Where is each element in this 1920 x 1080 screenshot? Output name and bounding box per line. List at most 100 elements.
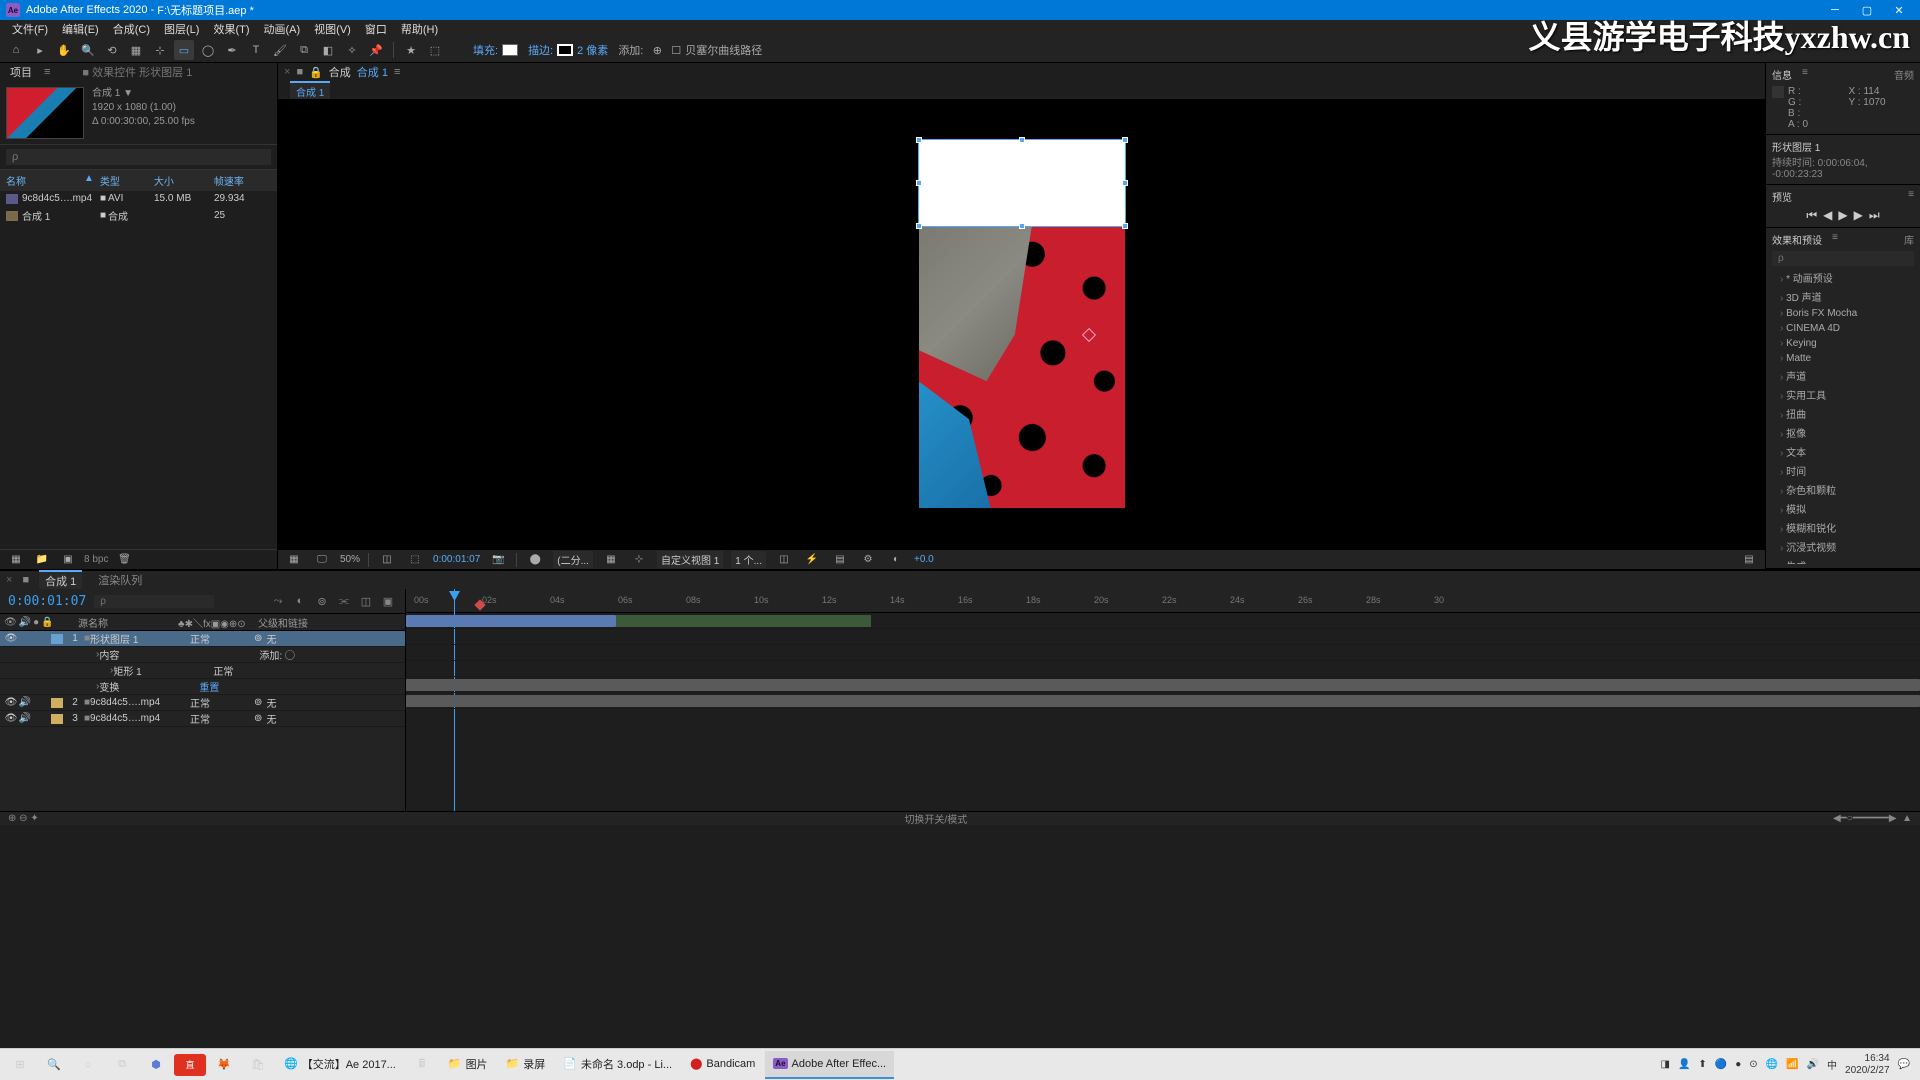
ellipse-tool-icon[interactable]: ◯	[198, 40, 218, 60]
tray-icon[interactable]: 👤	[1678, 1059, 1690, 1070]
timeline-icon[interactable]: ▤	[830, 550, 850, 570]
layer-parent[interactable]: 无	[266, 711, 306, 726]
tab-timeline-comp[interactable]: 合成 1	[39, 570, 82, 590]
col-source-name[interactable]: 源名称	[78, 615, 178, 630]
clip-video-layer[interactable]	[406, 679, 1920, 691]
clip-shape-layer[interactable]	[406, 615, 616, 627]
visibility-toggle[interactable]: 👁	[4, 713, 18, 724]
effect-category[interactable]: 生成	[1772, 556, 1914, 564]
roi-icon[interactable]: ⬚	[405, 550, 425, 570]
zoom-tool-icon[interactable]: 🔍	[78, 40, 98, 60]
trash-icon[interactable]: 🗑	[114, 550, 134, 570]
draft-3d-icon[interactable]: ◫	[357, 592, 375, 610]
pen-tool-icon[interactable]: ✒	[222, 40, 242, 60]
menu-composition[interactable]: 合成(C)	[107, 19, 156, 39]
panel-grip-icon[interactable]: ×	[6, 574, 12, 586]
layer-mode[interactable]: 正常	[190, 711, 250, 726]
taskbar-app-icon[interactable]: 直	[174, 1054, 206, 1076]
task-view-icon[interactable]: ⧉	[106, 1051, 138, 1079]
timeline-layer-row[interactable]: › 变换重置	[0, 679, 405, 695]
layer-color-swatch[interactable]	[51, 714, 63, 724]
effect-category[interactable]: 扭曲	[1772, 404, 1914, 423]
interpret-footage-icon[interactable]: ▦	[6, 550, 26, 570]
menu-view[interactable]: 视图(V)	[308, 19, 357, 39]
tray-icon[interactable]: 🔵	[1715, 1059, 1727, 1070]
next-frame-icon[interactable]: ▶	[1854, 208, 1863, 223]
monitor-icon[interactable]: 🖵	[312, 550, 332, 570]
guides-icon[interactable]: ⊹	[629, 550, 649, 570]
project-row[interactable]: 合成 1 ■ 合成 25	[0, 206, 277, 225]
tab-project[interactable]: 项目	[6, 62, 36, 82]
tray-icon[interactable]: 🌐	[1766, 1059, 1778, 1070]
effect-category[interactable]: 模糊和锐化	[1772, 518, 1914, 537]
visibility-toggle[interactable]: 👁	[4, 697, 18, 708]
flowchart-icon[interactable]: ⚙	[858, 550, 878, 570]
rectangle-tool-icon[interactable]: ▭	[174, 40, 194, 60]
project-row[interactable]: 9c8d4c5….mp4 ■ AVI 15.0 MB 29.934	[0, 191, 277, 206]
text-tool-icon[interactable]: T	[246, 40, 266, 60]
search-icon[interactable]: 🔍	[38, 1051, 70, 1079]
taskbar-app[interactable]: 📄未命名 3.odp - Li...	[555, 1051, 680, 1079]
tray-notifications-icon[interactable]: 💬	[1898, 1059, 1910, 1070]
tray-ime-icon[interactable]: 中	[1827, 1057, 1837, 1072]
timeline-timecode[interactable]: 0:00:01:07	[8, 594, 86, 609]
motion-blur-icon[interactable]: ⊚	[313, 592, 331, 610]
calculator-icon[interactable]: 🖩	[406, 1051, 438, 1079]
play-icon[interactable]: ▶	[1838, 208, 1847, 223]
layer-mode[interactable]: 重置	[199, 679, 259, 694]
maximize-button[interactable]: ▢	[1852, 1, 1882, 19]
col-name[interactable]: 名称	[6, 173, 84, 188]
clip-video-layer[interactable]	[406, 695, 1920, 707]
current-time[interactable]: 0:00:01:07	[433, 554, 480, 565]
clone-tool-icon[interactable]: ⧉	[294, 40, 314, 60]
roto-tool-icon[interactable]: ✧	[342, 40, 362, 60]
layer-color-swatch[interactable]	[51, 634, 63, 644]
layer-mode[interactable]: 正常	[213, 663, 273, 678]
brush-tool-icon[interactable]: 🖌	[270, 40, 290, 60]
home-tool-icon[interactable]: ⌂	[6, 40, 26, 60]
panel-menu-icon[interactable]: ≡	[1802, 67, 1808, 82]
taskbar-app[interactable]: 📁图片	[440, 1051, 496, 1079]
parent-pickwhip-icon[interactable]: ⊚	[254, 633, 262, 644]
hand-tool-icon[interactable]: ✋	[54, 40, 74, 60]
col-framerate[interactable]: 帧速率	[214, 173, 254, 188]
tab-effects-presets[interactable]: 效果和预设	[1772, 232, 1822, 247]
composition-viewer[interactable]	[278, 99, 1765, 549]
lock-icon[interactable]: 🔒	[309, 66, 323, 79]
tab-library[interactable]: 库	[1904, 232, 1914, 247]
layer-parent[interactable]: 无	[266, 631, 306, 646]
resize-handle[interactable]	[916, 223, 922, 229]
effect-category[interactable]: CINEMA 4D	[1772, 321, 1914, 336]
tab-preview[interactable]: 预览	[1772, 189, 1792, 204]
menu-animation[interactable]: 动画(A)	[258, 19, 307, 39]
stroke-color-swatch[interactable]	[557, 44, 573, 56]
col-parent[interactable]: 父级和链接	[258, 615, 318, 630]
resolution-dropdown[interactable]: (二分...	[553, 551, 593, 568]
minimize-button[interactable]: ─	[1820, 1, 1850, 19]
shy-icon[interactable]: ⤳	[269, 592, 287, 610]
first-frame-icon[interactable]: ⏮	[1806, 208, 1817, 223]
graph-editor-icon[interactable]: ⫘	[335, 592, 353, 610]
resize-handle[interactable]	[1019, 137, 1025, 143]
taskbar-app[interactable]: 📁录屏	[498, 1051, 554, 1079]
col-solo-icon[interactable]: ●	[33, 617, 39, 628]
expand-icon[interactable]: ▣	[379, 592, 397, 610]
star-tool-icon[interactable]: ★	[401, 40, 421, 60]
col-type[interactable]: 类型	[100, 173, 154, 188]
exposure-value[interactable]: +0.0	[914, 554, 934, 565]
effect-category[interactable]: 文本	[1772, 442, 1914, 461]
project-search-input[interactable]	[6, 149, 271, 165]
panel-menu-icon[interactable]: ≡	[44, 66, 50, 78]
col-size[interactable]: 大小	[154, 173, 214, 188]
cortana-icon[interactable]: ○	[72, 1051, 104, 1079]
tab-audio[interactable]: 音频	[1894, 67, 1914, 82]
col-visibility-icon[interactable]: 👁	[4, 617, 17, 628]
taskbar-app[interactable]: AeAdobe After Effec...	[765, 1051, 894, 1079]
effect-category[interactable]: 3D 声道	[1772, 287, 1914, 306]
view-dropdown[interactable]: 自定义视图 1	[657, 551, 723, 568]
effect-category[interactable]: Keying	[1772, 336, 1914, 351]
effect-category[interactable]: 沉浸式视频	[1772, 537, 1914, 556]
layer-mode[interactable]: 正常	[190, 631, 250, 646]
panel-grip-icon[interactable]: ×	[284, 66, 290, 78]
eraser-tool-icon[interactable]: ◧	[318, 40, 338, 60]
